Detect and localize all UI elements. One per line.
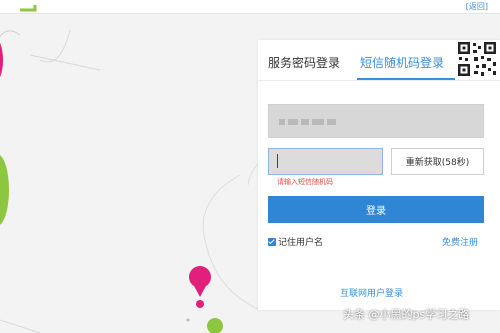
internet-user-login-link[interactable]: 互联网用户登录 [340,286,403,299]
login-panel: 服务密码登录 短信随机码登录 重新获取(58秒) 请输入短信随机码 登录 记住用… [258,40,500,310]
tab-sms-login[interactable]: 短信随机码登录 [360,54,444,71]
pink-blob [0,42,3,78]
login-button[interactable]: 登录 [268,196,484,223]
masked-phone-number [279,119,339,125]
remember-username[interactable]: 记住用户名 [268,235,323,248]
watermark-text: 头条 @小黑的ps学习之路 [343,308,470,321]
sms-code-input[interactable] [268,148,383,175]
qr-code-icon[interactable] [454,40,500,78]
pink-dot [196,300,204,308]
decorative-curve [202,174,261,311]
top-bar: [返回] [0,0,500,14]
decorative-line [0,319,41,333]
tab-divider [258,80,500,81]
decorative-line [29,54,101,71]
code-error-message: 请输入短信随机码 [277,178,333,186]
decorative-line [0,30,21,38]
back-link[interactable]: [返回] [466,1,488,12]
green-dot [207,318,223,333]
remember-checkbox[interactable] [268,237,276,246]
grey-dot [186,318,190,322]
pink-balloon-tail [193,284,207,297]
tab-password-login[interactable]: 服务密码登录 [268,54,340,71]
pink-balloon [189,266,211,288]
green-blob [0,155,9,225]
free-register-link[interactable]: 免费注册 [442,235,478,248]
remember-label: 记住用户名 [278,238,324,248]
text-cursor [277,154,278,168]
resend-code-button[interactable]: 重新获取(58秒) [391,148,484,175]
phone-number-field[interactable] [268,104,484,138]
decorative-line [39,29,71,63]
